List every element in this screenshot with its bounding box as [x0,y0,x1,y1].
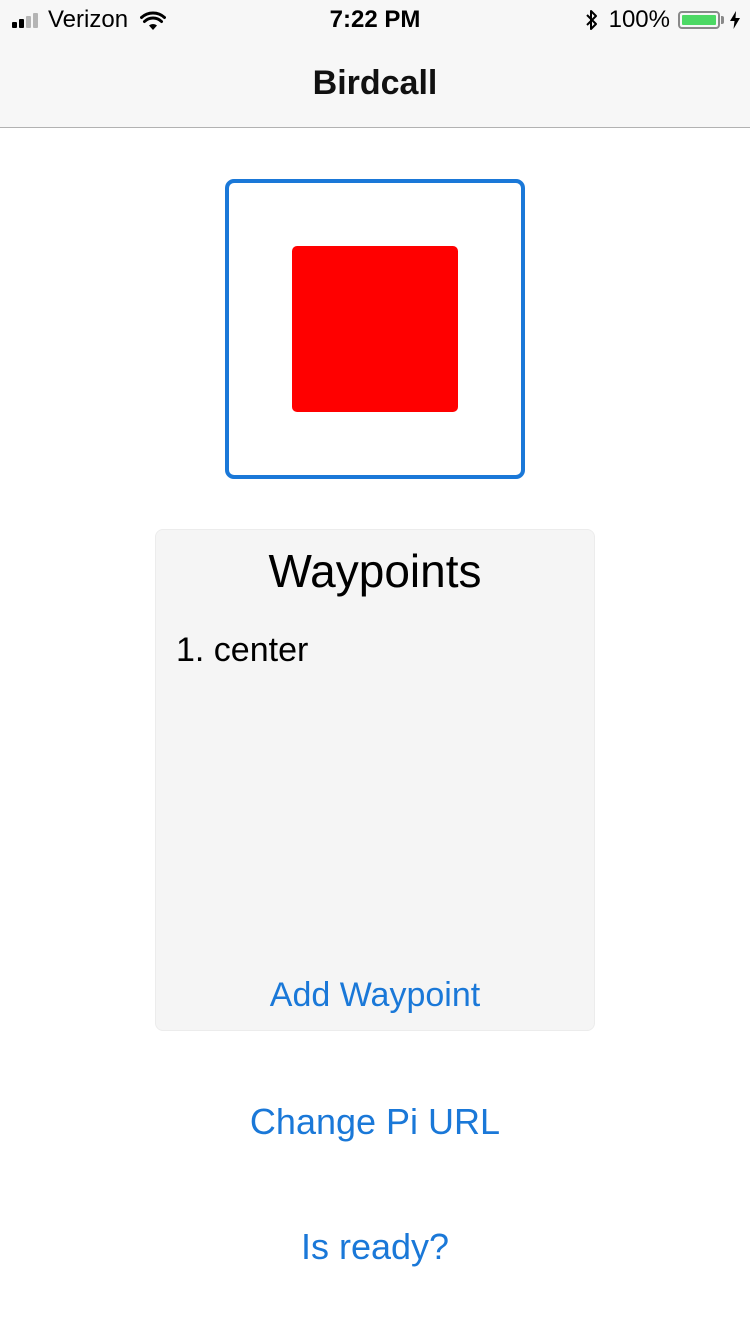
charging-icon [730,11,740,29]
bluetooth-icon [585,10,597,30]
page-title: Birdcall [312,64,438,102]
waypoints-title: Waypoints [268,545,482,597]
waypoints-panel: Waypoints 1. center Add Waypoint [155,529,595,1031]
app-screen: Verizon 7:22 PM 100% Birdcall Waypoints … [0,0,750,1334]
status-bar: Verizon 7:22 PM 100% [0,0,750,40]
is-ready-button[interactable]: Is ready? [0,1225,750,1269]
status-right: 100% [585,6,740,34]
battery-tip [721,16,724,24]
battery-icon [678,11,720,29]
add-waypoint-button[interactable]: Add Waypoint [156,974,594,1016]
battery-fill [682,15,716,25]
battery-percent: 100% [608,6,670,33]
list-item[interactable]: 1. center [176,629,308,671]
change-pi-url-button[interactable]: Change Pi URL [0,1100,750,1144]
navigation-bar: Birdcall [0,40,750,128]
stop-button[interactable] [225,179,525,479]
stop-icon [292,246,458,412]
waypoint-list: 1. center [176,629,308,671]
